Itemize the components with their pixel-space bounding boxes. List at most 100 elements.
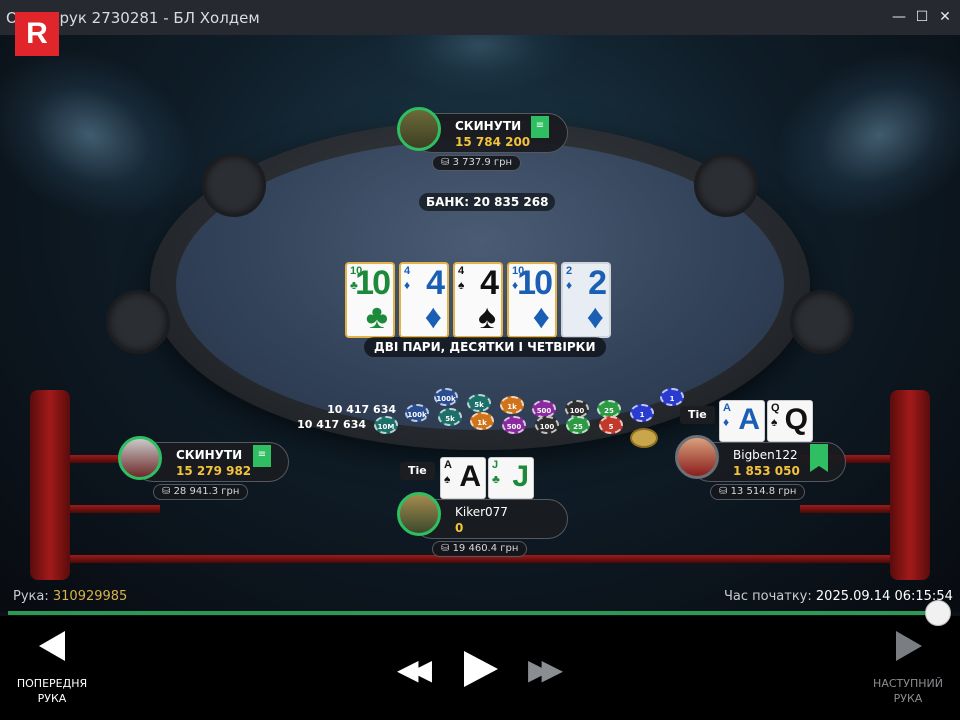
player-cash-badge: ⛁ 13 514.8 грн — [710, 484, 806, 500]
player-stack: 15 784 200 — [455, 135, 531, 149]
player-stack: 0 — [455, 521, 464, 535]
bookmark-flag-icon[interactable] — [810, 444, 828, 472]
chip: 100 — [535, 416, 559, 434]
rewind-icon[interactable]: ◀◀ — [397, 656, 432, 684]
card-suit: ♠ — [444, 472, 451, 486]
card-suit: ♦ — [566, 278, 573, 292]
chip-amount: 10 417 634 — [297, 418, 366, 431]
player-cash: 3 737.9 грн — [452, 157, 513, 168]
maximize-button[interactable]: ☐ — [913, 8, 931, 26]
notes-icon[interactable]: ≡ — [253, 445, 271, 467]
card-suit: ♠ — [458, 278, 465, 292]
chip: 100k — [434, 388, 458, 406]
card-suit: ♣ — [492, 472, 500, 486]
card-suit-large: ♦ — [532, 298, 550, 336]
player-avatar[interactable] — [397, 492, 441, 536]
player-avatar[interactable] — [675, 435, 719, 479]
card-rank: Q — [771, 402, 780, 414]
empty-seat[interactable] — [202, 153, 266, 217]
card-suit-large: ♠ — [477, 298, 496, 336]
notes-icon[interactable]: ≡ — [531, 116, 549, 138]
start-time: Час початку: 2025.09.14 06:15:54 — [724, 589, 953, 604]
player-cash: 19 460.4 грн — [452, 543, 519, 554]
rope — [70, 505, 160, 513]
hand-number-label: Рука: — [13, 589, 49, 604]
card-suit-large: ♦ — [586, 298, 604, 336]
next-hand-icon[interactable] — [896, 631, 922, 661]
player-name: СКИНУТИ — [455, 119, 522, 133]
player-cash-badge: ⛁ 3 737.9 грн — [432, 155, 522, 171]
player-stack: 1 853 050 — [733, 464, 800, 478]
card-rank: 2 — [566, 265, 573, 277]
tie-badge: Tie — [400, 462, 435, 480]
previous-hand-icon[interactable] — [39, 631, 65, 661]
next-hand-button[interactable]: НАСТУПНИЙ РУКА — [863, 676, 953, 706]
card-rank: 4 — [458, 265, 465, 277]
player-avatar[interactable] — [397, 107, 441, 151]
chip: 1k — [500, 396, 524, 414]
hole-card: A ♠ A — [440, 457, 486, 499]
card-rank-large: J — [512, 460, 529, 493]
player-name: Kiker077 — [455, 505, 508, 519]
title-bar: Огляд рук 2730281 - БЛ Холдем — ☐ ✕ — [0, 0, 960, 35]
card-suit-large: ♣ — [365, 298, 388, 336]
chip: 10M — [374, 416, 398, 434]
board-card: 10 ♣ 10 ♣ — [345, 262, 395, 338]
chip: 25 — [566, 416, 590, 434]
hand-number: Рука: 310929985 — [13, 589, 127, 604]
card-suit: ♦ — [404, 278, 411, 292]
player-cash-badge: ⛁ 19 460.4 грн — [432, 541, 528, 557]
board-card: 2 ♦ 2 ♦ — [561, 262, 611, 338]
rope — [800, 505, 890, 513]
card-rank-large: A — [459, 460, 481, 493]
card-rank: A — [723, 402, 731, 414]
player-cash: 28 941.3 грн — [173, 486, 240, 497]
chip: 500 — [502, 416, 526, 434]
empty-seat[interactable] — [106, 290, 170, 354]
hole-card: Q ♠ Q — [767, 400, 813, 442]
start-time-label: Час початку: — [724, 589, 812, 604]
chip: 1 — [630, 404, 654, 422]
timeline-slider-track[interactable] — [8, 611, 936, 615]
empty-seat[interactable] — [694, 153, 758, 217]
chip: 5k — [467, 394, 491, 412]
card-rank-large: A — [738, 403, 760, 436]
card-rank: J — [492, 459, 499, 471]
chip: 100k — [405, 404, 429, 422]
dealer-button — [630, 428, 658, 448]
fast-forward-icon[interactable]: ▶▶ — [528, 656, 563, 684]
tie-badge: Tie — [680, 406, 715, 424]
card-suit: ♠ — [771, 415, 778, 429]
spotlight-center — [380, 35, 580, 95]
chip: 1k — [470, 412, 494, 430]
hole-card: J ♣ J — [488, 457, 534, 499]
board-card: 4 ♦ 4 ♦ — [399, 262, 449, 338]
board-card: 10 ♦ 10 ♦ — [507, 262, 557, 338]
minimize-button[interactable]: — — [890, 8, 908, 26]
card-suit-large: ♦ — [424, 298, 442, 336]
card-rank: 4 — [404, 265, 411, 277]
hand-number-value: 310929985 — [52, 589, 128, 604]
player-name: СКИНУТИ — [176, 448, 243, 462]
player-stack: 15 279 982 — [176, 464, 252, 478]
player-cash: 13 514.8 грн — [730, 486, 797, 497]
card-rank: A — [444, 459, 452, 471]
chip: 5 — [599, 416, 623, 434]
player-avatar[interactable] — [118, 436, 162, 480]
timeline-slider-handle[interactable] — [925, 600, 951, 626]
chip: 1 — [660, 388, 684, 406]
pot-total: БАНК: 20 835 268 — [419, 193, 556, 211]
previous-hand-button[interactable]: ПОПЕРЕДНЯ РУКА — [7, 676, 97, 706]
card-suit: ♦ — [723, 415, 730, 429]
player-cash-badge: ⛁ 28 941.3 грн — [153, 484, 249, 500]
player-name: Bigben122 — [733, 448, 798, 462]
empty-seat[interactable] — [790, 290, 854, 354]
hand-replayer-window: Огляд рук 2730281 - БЛ Холдем — ☐ ✕ R БА… — [0, 0, 960, 720]
ring-post-left — [30, 390, 70, 580]
hand-result-label: ДВІ ПАРИ, ДЕСЯТКИ І ЧЕТВІРКИ — [364, 337, 606, 357]
play-icon[interactable] — [464, 651, 498, 687]
close-button[interactable]: ✕ — [936, 8, 954, 26]
app-logo: R — [15, 12, 59, 56]
card-rank-large: Q — [784, 403, 808, 436]
hole-card: A ♦ A — [719, 400, 765, 442]
